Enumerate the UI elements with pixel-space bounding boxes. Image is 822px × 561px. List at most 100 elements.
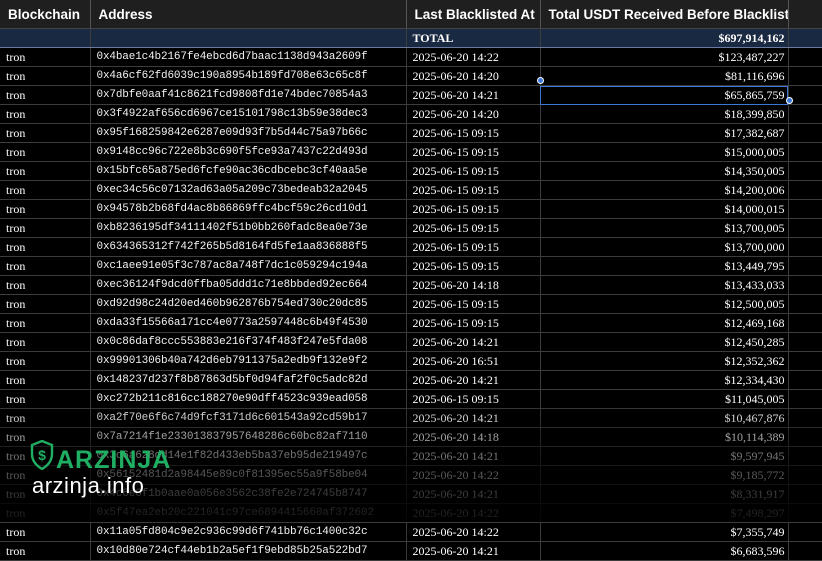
- cell-total-usdt[interactable]: $12,334,430: [540, 370, 789, 390]
- cell-blockchain[interactable]: tron: [0, 313, 91, 333]
- cell-total-usdt[interactable]: $10,467,876: [540, 408, 789, 428]
- cell-empty[interactable]: [788, 237, 822, 257]
- cell-total-usdt[interactable]: $65,865,759: [540, 85, 789, 105]
- cell-blockchain[interactable]: tron: [0, 256, 91, 276]
- cell-empty[interactable]: [788, 408, 822, 428]
- cell-last-blacklisted[interactable]: 2025-06-20 14:20: [406, 66, 541, 86]
- cell-last-blacklisted[interactable]: 2025-06-20 14:21: [406, 446, 541, 466]
- cell-empty[interactable]: [788, 313, 822, 333]
- cell-empty[interactable]: [788, 218, 822, 238]
- cell-total-usdt[interactable]: $7,355,749: [540, 522, 789, 542]
- cell-blockchain[interactable]: tron: [0, 199, 91, 219]
- cell-total-usdt[interactable]: $13,700,005: [540, 218, 789, 238]
- cell-address[interactable]: 0x95f168259842e6287e09d93f7b5d44c75a97b6…: [90, 123, 407, 143]
- cell-address[interactable]: 0x3f4922af656cd6967ce15101798c13b59e38de…: [90, 104, 407, 124]
- column-header-empty[interactable]: [788, 0, 822, 29]
- cell-blockchain[interactable]: tron: [0, 104, 91, 124]
- cell-total-usdt[interactable]: $12,500,005: [540, 294, 789, 314]
- cell-blockchain[interactable]: tron: [0, 294, 91, 314]
- cell-blockchain[interactable]: tron: [0, 370, 91, 390]
- cell-blockchain[interactable]: tron: [0, 142, 91, 162]
- total-cell-empty[interactable]: [788, 28, 822, 48]
- cell-empty[interactable]: [788, 142, 822, 162]
- cell-last-blacklisted[interactable]: 2025-06-20 14:22: [406, 522, 541, 542]
- cell-total-usdt[interactable]: $15,000,005: [540, 142, 789, 162]
- cell-blockchain[interactable]: tron: [0, 123, 91, 143]
- cell-last-blacklisted[interactable]: 2025-06-15 09:15: [406, 313, 541, 333]
- cell-last-blacklisted[interactable]: 2025-06-15 09:15: [406, 237, 541, 257]
- cell-blockchain[interactable]: tron: [0, 47, 91, 67]
- cell-last-blacklisted[interactable]: 2025-06-15 09:15: [406, 161, 541, 181]
- cell-address[interactable]: 0x11a05fd804c9e2c936c99d6f741bb76c1400c3…: [90, 522, 407, 542]
- cell-last-blacklisted[interactable]: 2025-06-15 09:15: [406, 142, 541, 162]
- cell-last-blacklisted[interactable]: 2025-06-20 14:21: [406, 85, 541, 105]
- cell-last-blacklisted[interactable]: 2025-06-20 14:21: [406, 332, 541, 352]
- cell-last-blacklisted[interactable]: 2025-06-15 09:15: [406, 256, 541, 276]
- cell-last-blacklisted[interactable]: 2025-06-15 09:15: [406, 389, 541, 409]
- column-header-address[interactable]: Address: [90, 0, 407, 29]
- cell-empty[interactable]: [788, 503, 822, 523]
- cell-last-blacklisted[interactable]: 2025-06-15 09:15: [406, 199, 541, 219]
- selection-handle-top-left[interactable]: [537, 77, 544, 84]
- cell-empty[interactable]: [788, 85, 822, 105]
- cell-address[interactable]: 0x99901306b40a742d6eb7911375a2edb9f132e9…: [90, 351, 407, 371]
- cell-empty[interactable]: [788, 180, 822, 200]
- cell-total-usdt[interactable]: $81,116,696: [540, 66, 789, 86]
- cell-empty[interactable]: [788, 123, 822, 143]
- cell-empty[interactable]: [788, 294, 822, 314]
- cell-blockchain[interactable]: tron: [0, 351, 91, 371]
- cell-empty[interactable]: [788, 161, 822, 181]
- cell-total-usdt[interactable]: $9,185,772: [540, 465, 789, 485]
- cell-last-blacklisted[interactable]: 2025-06-15 09:15: [406, 294, 541, 314]
- cell-blockchain[interactable]: tron: [0, 180, 91, 200]
- cell-blockchain[interactable]: tron: [0, 408, 91, 428]
- cell-total-usdt[interactable]: $11,045,005: [540, 389, 789, 409]
- cell-address[interactable]: 0xec36124f9dcd0ffba05ddd1c71e8bbded92ec6…: [90, 275, 407, 295]
- cell-address[interactable]: 0x94578b2b68fd4ac8b86869ffc4bcf59c26cd10…: [90, 199, 407, 219]
- cell-total-usdt[interactable]: $9,597,945: [540, 446, 789, 466]
- cell-address[interactable]: 0x9148cc96c722e8b3c690f5fce93a7437c22d49…: [90, 142, 407, 162]
- cell-blockchain[interactable]: tron: [0, 161, 91, 181]
- column-header-blockchain[interactable]: Blockchain: [0, 0, 91, 29]
- cell-empty[interactable]: [788, 256, 822, 276]
- cell-empty[interactable]: [788, 427, 822, 447]
- cell-blockchain[interactable]: tron: [0, 522, 91, 542]
- cell-last-blacklisted[interactable]: 2025-06-20 14:22: [406, 465, 541, 485]
- cell-address[interactable]: 0xb8236195df34111402f51b0bb260fadc8ea0e7…: [90, 218, 407, 238]
- cell-empty[interactable]: [788, 389, 822, 409]
- cell-blockchain[interactable]: tron: [0, 389, 91, 409]
- cell-total-usdt[interactable]: $12,450,285: [540, 332, 789, 352]
- total-cell-blockchain[interactable]: [0, 28, 91, 48]
- total-label[interactable]: TOTAL: [406, 28, 541, 48]
- cell-empty[interactable]: [788, 465, 822, 485]
- cell-blockchain[interactable]: tron: [0, 275, 91, 295]
- cell-empty[interactable]: [788, 351, 822, 371]
- cell-total-usdt[interactable]: $12,352,362: [540, 351, 789, 371]
- cell-last-blacklisted[interactable]: 2025-06-20 14:18: [406, 275, 541, 295]
- cell-total-usdt[interactable]: $13,700,000: [540, 237, 789, 257]
- total-cell-address[interactable]: [90, 28, 407, 48]
- cell-total-usdt[interactable]: $17,382,687: [540, 123, 789, 143]
- cell-last-blacklisted[interactable]: 2025-06-20 14:20: [406, 104, 541, 124]
- cell-address[interactable]: 0xec34c56c07132ad63a05a209c73bedeab32a20…: [90, 180, 407, 200]
- cell-last-blacklisted[interactable]: 2025-06-20 14:22: [406, 47, 541, 67]
- cell-total-usdt[interactable]: $13,433,033: [540, 275, 789, 295]
- cell-total-usdt[interactable]: $14,350,005: [540, 161, 789, 181]
- cell-empty[interactable]: [788, 104, 822, 124]
- cell-last-blacklisted[interactable]: 2025-06-15 09:15: [406, 123, 541, 143]
- cell-empty[interactable]: [788, 522, 822, 542]
- cell-total-usdt[interactable]: $7,498,297: [540, 503, 789, 523]
- cell-empty[interactable]: [788, 541, 822, 561]
- cell-address[interactable]: 0x4a6cf62fd6039c190a8954b189fd708e63c65c…: [90, 66, 407, 86]
- cell-address[interactable]: 0xc1aee91e05f3c787ac8a748f7dc1c059294c19…: [90, 256, 407, 276]
- cell-address[interactable]: 0xd92d98c24d20ed460b962876b754ed730c20dc…: [90, 294, 407, 314]
- cell-address[interactable]: 0x7a7214f1e233013837957648286c60bc82af71…: [90, 427, 407, 447]
- cell-address[interactable]: 0x15bfc65a875ed6fcfe90ac36cdbcebc3cf40aa…: [90, 161, 407, 181]
- cell-address[interactable]: 0x4bae1c4b2167fe4ebcd6d7baac1138d943a260…: [90, 47, 407, 67]
- column-header-total-usdt[interactable]: Total USDT Received Before Blacklist: [540, 0, 789, 29]
- cell-blockchain[interactable]: tron: [0, 332, 91, 352]
- cell-address[interactable]: 0xda33f15566a171cc4e0773a2597448c6b49f45…: [90, 313, 407, 333]
- cell-blockchain[interactable]: tron: [0, 503, 91, 523]
- cell-last-blacklisted[interactable]: 2025-06-20 14:18: [406, 427, 541, 447]
- selection-handle-bottom-right[interactable]: [786, 97, 793, 104]
